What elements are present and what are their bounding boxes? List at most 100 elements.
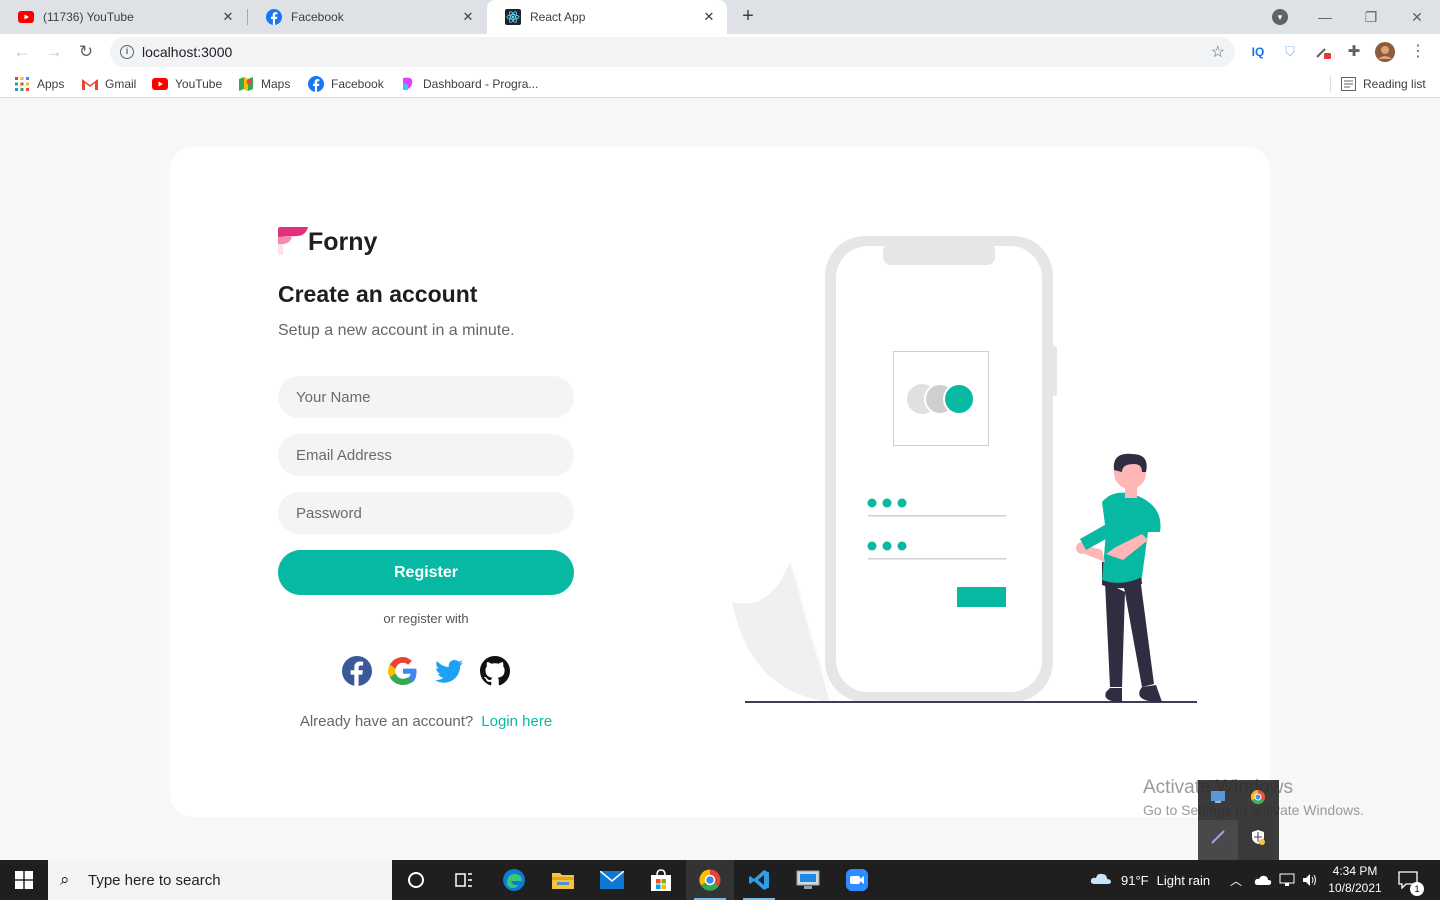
taskbar-search[interactable]: ⌕ xyxy=(48,860,392,900)
bookmark-gmail[interactable]: Gmail xyxy=(82,70,136,98)
tab-title: Facebook xyxy=(291,10,344,24)
bookmarks-bar: Apps Gmail YouTube Maps Facebook Dashboa… xyxy=(0,70,1440,98)
task-view-icon[interactable] xyxy=(440,860,488,900)
close-tab-icon[interactable]: ✕ xyxy=(701,9,717,25)
chrome-tray-icon[interactable] xyxy=(1238,780,1278,820)
bookmark-label: Facebook xyxy=(331,77,384,91)
bookmark-facebook[interactable]: Facebook xyxy=(308,70,384,98)
reload-icon[interactable]: ↻ xyxy=(74,40,98,64)
reading-list-button[interactable]: Reading list xyxy=(1340,70,1426,98)
weather-temp: 91°F xyxy=(1121,872,1149,888)
system-clock[interactable]: 4:34 PM 10/8/2021 xyxy=(1326,863,1384,897)
bookmark-youtube[interactable]: YouTube xyxy=(152,70,222,98)
name-input[interactable] xyxy=(278,376,574,418)
extensions-puzzle-icon[interactable]: ✚ xyxy=(1344,42,1364,62)
already-have-account-text: Already have an account? xyxy=(299,713,474,730)
login-prompt: Already have an account? Login here xyxy=(278,713,574,730)
bookmark-label: Apps xyxy=(37,77,65,91)
bookmark-label: Maps xyxy=(261,77,291,91)
taskbar-search-input[interactable] xyxy=(88,871,368,889)
bookmark-maps[interactable]: Maps xyxy=(238,70,290,98)
reading-list-label: Reading list xyxy=(1363,77,1426,91)
twitter-login-icon[interactable] xyxy=(434,656,464,686)
tab-react-app[interactable]: React App ✕ xyxy=(487,0,727,34)
reading-list-icon xyxy=(1340,76,1356,92)
page-title: Create an account xyxy=(278,281,478,307)
browser-toolbar: ← → ↻ i localhost:3000 ☆ IQ ⛉ ✚ ⋮ xyxy=(0,34,1440,70)
eyedropper-extension-icon[interactable] xyxy=(1313,42,1333,62)
react-icon xyxy=(505,9,521,25)
bookmark-dashboard[interactable]: Dashboard - Progra... xyxy=(400,70,538,98)
close-tab-icon[interactable]: ✕ xyxy=(220,9,236,25)
tab-facebook[interactable]: Facebook ✕ xyxy=(248,0,486,34)
google-login-icon[interactable] xyxy=(388,656,418,686)
weather-condition: Light rain xyxy=(1156,872,1211,888)
signup-card: Forny Create an account Setup a new acco… xyxy=(170,147,1270,817)
brand-name: Forny xyxy=(308,227,378,256)
security-tray-icon[interactable] xyxy=(1238,820,1278,860)
vscode-icon[interactable] xyxy=(735,860,783,900)
bookmark-star-icon[interactable]: ☆ xyxy=(1211,42,1225,62)
tab-youtube[interactable]: (11736) YouTube ✕ xyxy=(0,0,246,34)
close-tab-icon[interactable]: ✕ xyxy=(460,9,476,25)
github-login-icon[interactable] xyxy=(480,656,510,686)
onedrive-icon[interactable] xyxy=(1254,860,1272,900)
start-button[interactable] xyxy=(0,860,48,900)
close-window-icon[interactable]: ✕ xyxy=(1394,9,1440,26)
file-explorer-icon[interactable] xyxy=(539,860,587,900)
notification-center-button[interactable]: 1 xyxy=(1398,860,1424,900)
login-illustration xyxy=(732,236,1197,703)
search-icon: ⌕ xyxy=(60,870,70,889)
weather-widget[interactable]: 91°F Light rain xyxy=(1090,860,1210,900)
shield-extension-icon[interactable]: ⛉ xyxy=(1280,42,1300,62)
browser-menu-icon[interactable]: ⋮ xyxy=(1408,42,1428,62)
apps-grid-icon xyxy=(14,76,30,92)
new-tab-button[interactable]: + xyxy=(736,5,760,29)
iq-extension-icon[interactable]: IQ xyxy=(1248,42,1268,62)
back-icon[interactable]: ← xyxy=(10,40,34,64)
leaf-shape xyxy=(732,562,830,702)
login-link[interactable]: Login here xyxy=(481,713,552,730)
tab-title: (11736) YouTube xyxy=(43,10,134,24)
chrome-taskbar-icon[interactable] xyxy=(686,860,734,900)
remote-desktop-icon[interactable] xyxy=(784,860,832,900)
facebook-icon xyxy=(266,9,282,25)
store-icon[interactable] xyxy=(637,860,685,900)
minimize-icon[interactable]: — xyxy=(1302,9,1348,25)
restore-icon[interactable]: ❐ xyxy=(1348,9,1394,26)
youtube-icon xyxy=(152,76,168,92)
volume-icon[interactable] xyxy=(1302,860,1318,900)
forny-logo-icon xyxy=(278,227,308,255)
phone-submit-shape xyxy=(957,587,1006,607)
or-register-with-text: or register with xyxy=(383,611,469,626)
brand-logo: Forny xyxy=(278,227,377,257)
password-input[interactable] xyxy=(278,492,574,534)
forward-icon[interactable]: → xyxy=(42,40,66,64)
register-button[interactable]: Register xyxy=(278,550,574,595)
tray-overflow-flyout xyxy=(1198,780,1279,860)
clock-date: 10/8/2021 xyxy=(1328,881,1382,895)
email-input[interactable] xyxy=(278,434,574,476)
tab-search-icon[interactable]: ▾ xyxy=(1272,9,1288,25)
show-hidden-icons-button[interactable]: ︿ xyxy=(1230,860,1242,900)
pen-tray-icon[interactable] xyxy=(1198,820,1238,860)
mail-icon[interactable] xyxy=(588,860,636,900)
bookmark-apps[interactable]: Apps xyxy=(14,70,64,98)
network-icon[interactable] xyxy=(1279,860,1295,900)
bookmark-label: Gmail xyxy=(105,77,137,91)
window-controls: — ❐ ✕ xyxy=(1302,0,1440,34)
facebook-icon xyxy=(308,76,324,92)
windows-taskbar: ⌕ 91°F Light rain ︿ xyxy=(0,860,1440,900)
cortana-icon[interactable] xyxy=(392,860,440,900)
address-bar[interactable]: i localhost:3000 ☆ xyxy=(110,37,1235,67)
facebook-login-icon[interactable] xyxy=(342,656,372,686)
url-text: localhost:3000 xyxy=(142,44,233,60)
dashboard-icon xyxy=(400,76,416,92)
zoom-icon[interactable] xyxy=(833,860,881,900)
edge-icon[interactable] xyxy=(490,860,538,900)
network-app-icon[interactable] xyxy=(1198,780,1238,820)
profile-avatar[interactable] xyxy=(1375,42,1395,62)
tab-title: React App xyxy=(530,10,586,24)
bookmark-label: YouTube xyxy=(175,77,223,91)
site-info-icon[interactable]: i xyxy=(120,45,134,59)
